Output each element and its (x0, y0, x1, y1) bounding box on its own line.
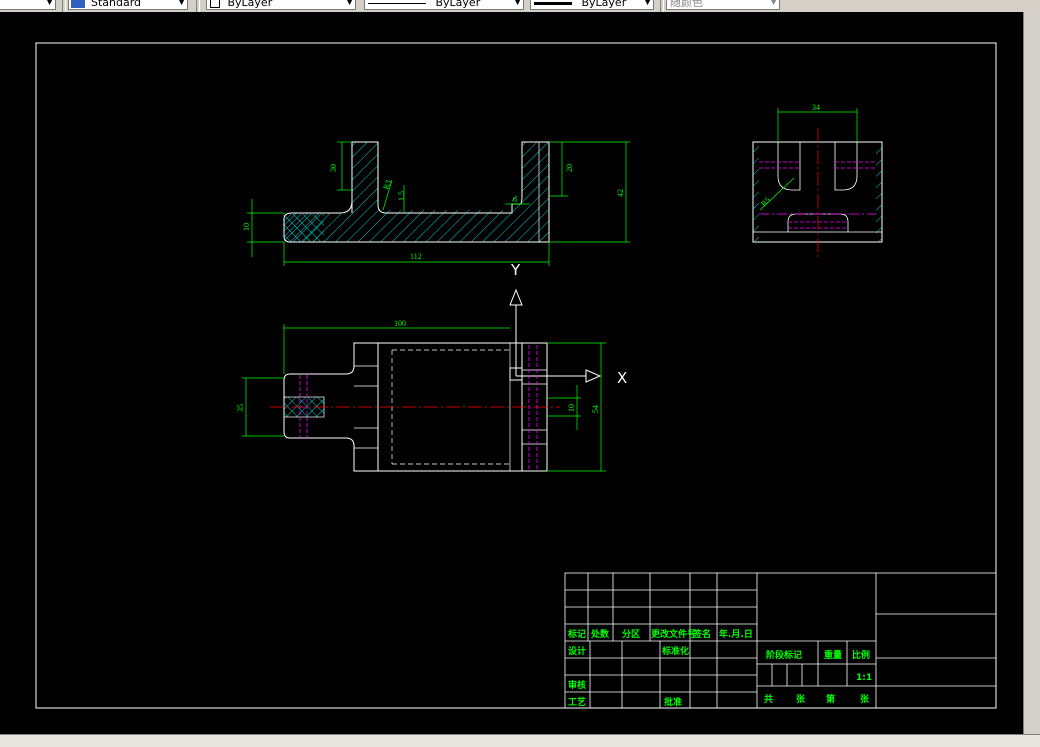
dim-r5: R5 (759, 195, 772, 208)
dim-54: 54 (591, 405, 600, 413)
linetype-sample-icon (368, 2, 426, 4)
tb-weight: 重量 (824, 649, 842, 661)
dim-34: 34 (812, 103, 820, 112)
side-view: 34 R5 (752, 103, 883, 258)
previous-style-combo[interactable]: ▼ (0, 0, 56, 10)
toolbar-separator (196, 0, 200, 12)
dim-100: 100 (394, 319, 406, 328)
toolbar-separator (660, 0, 664, 12)
tb-sheet-unit: 张 (860, 693, 870, 705)
dim-35: 35 (236, 404, 245, 412)
tb-stage-mark: 阶段标记 (766, 649, 802, 661)
dim-10: 10 (242, 223, 251, 231)
dim-20: 20 (565, 164, 574, 172)
plot-style-combo[interactable]: 随颜色 ▼ (666, 0, 780, 10)
dim-30: 30 (329, 164, 338, 172)
toolbar-separator (62, 0, 66, 12)
tb-zone: 分区 (622, 628, 640, 640)
tb-sheets: 张 (796, 693, 806, 705)
vertical-scrollbar[interactable] (1023, 12, 1040, 734)
chevron-down-icon: ▼ (346, 0, 353, 7)
tb-approve: 批准 (664, 696, 682, 708)
tb-mark: 标记 (567, 628, 586, 640)
tb-review: 审核 (568, 679, 586, 691)
front-view: 30 20 42 10 112 R3 1.5 6 (242, 141, 630, 266)
drawing-svg: 30 20 42 10 112 R3 1.5 6 Y X 100 35 10 5… (35, 42, 997, 709)
dim-112: 112 (410, 252, 422, 261)
chevron-down-icon: ▼ (178, 0, 185, 7)
dim-r3: R3 (381, 179, 393, 191)
tb-change-doc: 更改文件号 (651, 628, 696, 640)
tb-date: 年.月.日 (719, 628, 753, 640)
tb-scale: 比例 (852, 649, 870, 661)
chevron-down-icon: ▼ (644, 0, 651, 7)
plot-style-value: 随颜色 (670, 0, 703, 9)
layer-combo[interactable]: ByLayer ▼ (206, 0, 356, 10)
tb-count: 处数 (590, 628, 610, 640)
drawing-canvas[interactable]: 30 20 42 10 112 R3 1.5 6 Y X 100 35 10 5… (0, 12, 1023, 734)
tb-standardize: 标准化 (661, 645, 689, 657)
tb-total: 共 (764, 693, 773, 705)
top-view: 100 35 10 54 (236, 319, 606, 472)
tb-sign: 签名 (692, 628, 711, 640)
axis-x-label: X (617, 369, 627, 387)
tb-scale-value: 1:1 (856, 673, 872, 683)
lineweight-sample-icon (534, 1, 572, 5)
chevron-down-icon: ▼ (514, 0, 521, 7)
tb-design: 设计 (568, 645, 586, 657)
lineweight-combo[interactable]: ByLayer ▼ (530, 0, 654, 10)
dim-6: 6 (513, 195, 517, 204)
chevron-down-icon: ▼ (46, 0, 53, 7)
lineweight-value: ByLayer (581, 0, 627, 9)
layer-value: ByLayer (227, 0, 273, 9)
text-style-value: Standard (91, 0, 142, 9)
dim-10-top: 10 (567, 404, 576, 412)
text-style-combo[interactable]: Standard ▼ (68, 0, 188, 10)
horizontal-scrollbar[interactable] (0, 734, 1040, 747)
text-style-icon (71, 0, 85, 8)
title-block (564, 572, 997, 709)
color-swatch-icon (210, 0, 220, 8)
axis-y-label: Y (510, 261, 521, 279)
linetype-combo[interactable]: ByLayer ▼ (364, 0, 524, 10)
tb-sheet-no: 第 (826, 693, 835, 705)
tb-process: 工艺 (568, 696, 586, 708)
dim-1-5: 1.5 (397, 191, 406, 201)
chevron-down-icon: ▼ (770, 0, 777, 7)
ucs-axis: Y X (509, 261, 627, 387)
linetype-value: ByLayer (435, 0, 481, 9)
dim-42: 42 (616, 189, 625, 197)
